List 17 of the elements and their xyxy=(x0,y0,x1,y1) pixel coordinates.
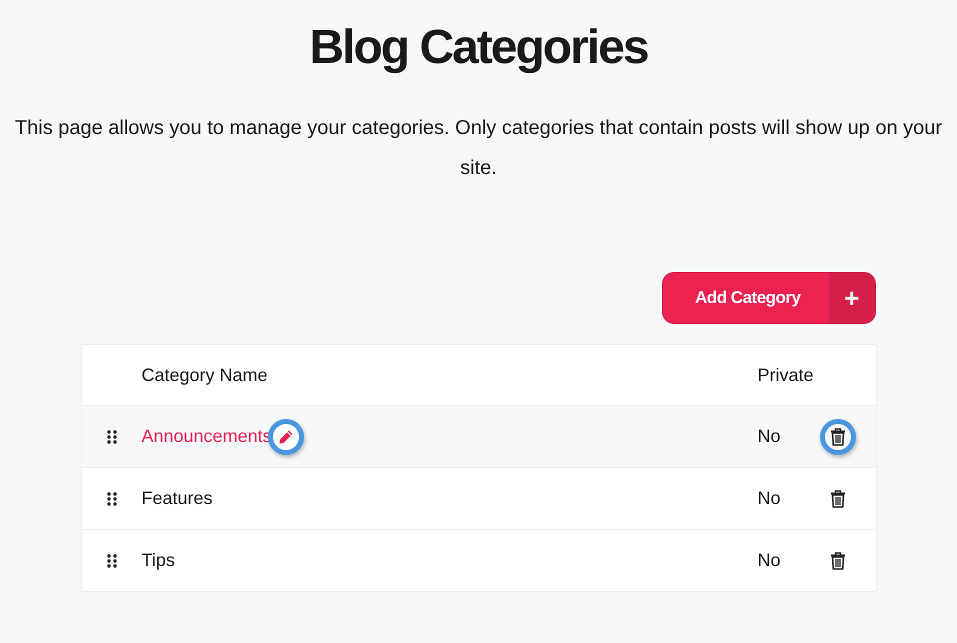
private-value: No xyxy=(758,426,781,446)
drag-handle-icon[interactable] xyxy=(106,430,116,444)
column-header: Category Name xyxy=(142,364,268,384)
column-header: Private xyxy=(758,364,814,384)
category-name: Tips xyxy=(142,550,175,571)
private-value: No xyxy=(758,550,781,570)
drag-handle-icon[interactable] xyxy=(106,492,116,506)
add-category-button[interactable]: Add Category + xyxy=(662,272,876,324)
trash-icon[interactable] xyxy=(830,552,846,570)
category-name: Features xyxy=(142,488,213,509)
pencil-icon[interactable] xyxy=(278,428,294,444)
trash-icon[interactable] xyxy=(830,490,846,508)
trash-icon[interactable] xyxy=(830,428,846,446)
page-description: This page allows you to manage your categories. Only categories that contain posts will show up on your site. xyxy=(14,116,944,181)
page-title: Blog Categories xyxy=(309,20,648,76)
private-value: No xyxy=(758,488,781,508)
drag-handle-icon[interactable] xyxy=(106,554,116,568)
